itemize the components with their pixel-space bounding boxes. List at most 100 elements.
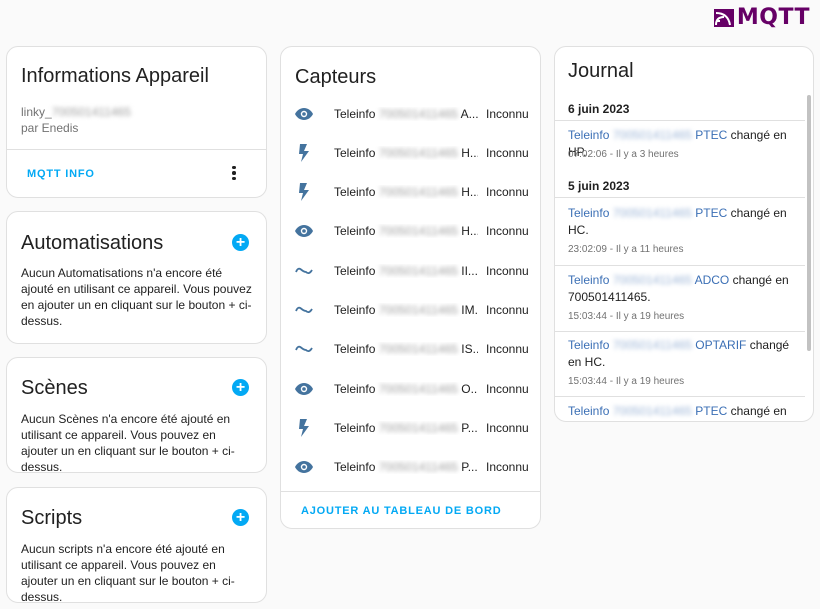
- journal-entry-time: 07:02:06 - Il y a 3 heures: [568, 149, 679, 160]
- add-scene-button[interactable]: +: [232, 379, 249, 396]
- sensor-name-prefix: Teleinfo: [334, 185, 376, 200]
- sensor-name-id: 700501411465: [378, 106, 458, 121]
- sensor-name-id: 700501411465: [378, 303, 458, 317]
- automations-card: Automatisations + Aucun Automatisations …: [6, 211, 267, 344]
- journal-entity-id: 700501411465: [612, 273, 692, 287]
- divider: [555, 265, 805, 266]
- sensor-name-suffix: P...: [461, 460, 478, 475]
- sensor-name-suffix: IM...: [461, 303, 478, 317]
- flash-icon: [294, 418, 314, 438]
- sensor-name-suffix: O...: [461, 381, 478, 396]
- sensor-name-id: 700501411465: [378, 381, 458, 396]
- flash-icon: [294, 182, 314, 202]
- sensors-card: Capteurs Teleinfo 700501411465 A... Incon…: [280, 46, 541, 529]
- journal-entity-prefix: Teleinfo: [568, 338, 610, 352]
- journal-entry-time: 15:03:44 - Il y a 19 heures: [568, 376, 685, 387]
- sensor-name: Teleinfo 700501411465 A...: [334, 107, 478, 121]
- sensor-row[interactable]: Teleinfo 700501411465 H... Inconnu: [281, 133, 540, 172]
- sensor-name-suffix: P...: [461, 420, 478, 435]
- journal-entity-prefix: Teleinfo: [568, 206, 610, 220]
- sensor-state: Inconnu: [486, 106, 529, 121]
- journal-entity-prefix: Teleinfo: [568, 404, 610, 418]
- sensor-row[interactable]: Teleinfo 700501411465 H... Inconnu: [281, 173, 540, 212]
- automations-title: Automatisations: [21, 232, 164, 254]
- journal-entity-name: OPTARIF: [695, 338, 747, 352]
- journal-entity-link[interactable]: Teleinfo 700501411465 OPTARIF: [568, 338, 746, 352]
- sensor-name-prefix: Teleinfo: [334, 224, 376, 239]
- journal-entity-name: PTEC: [695, 128, 728, 142]
- sensor-name: Teleinfo 700501411465 P...: [334, 460, 478, 474]
- sensor-state: Inconnu: [486, 185, 529, 200]
- eye-icon: [294, 457, 314, 477]
- journal-card: Journal 6 juin 2023 5 juin 2023 Teleinfo…: [554, 46, 814, 422]
- scripts-empty-text: Aucun scripts n'a encore été ajouté en u…: [21, 542, 235, 603]
- sensor-name: Teleinfo 700501411465 H...: [334, 224, 478, 238]
- sensor-name: Teleinfo 700501411465 H...: [334, 146, 478, 160]
- journal-entity-id: 700501411465: [612, 206, 692, 220]
- device-model-prefix: linky_: [21, 105, 52, 119]
- sensor-name-id: 700501411465: [378, 224, 458, 239]
- add-to-dashboard-button[interactable]: AJOUTER AU TABLEAU DE BORD: [301, 505, 501, 517]
- mqtt-info-button[interactable]: MQTT INFO: [27, 168, 95, 180]
- device-info-title: Informations Appareil: [21, 65, 209, 87]
- journal-entry: Teleinfo 700501411465 ADCO changé en 700…: [555, 272, 805, 332]
- sensor-name-prefix: Teleinfo: [334, 420, 376, 435]
- sensor-name: Teleinfo 700501411465 II...: [334, 264, 478, 278]
- sensor-name-suffix: II...: [461, 263, 478, 278]
- sensor-row[interactable]: Teleinfo 700501411465 P... Inconnu: [281, 448, 540, 487]
- add-automation-button[interactable]: +: [232, 234, 249, 251]
- sensor-name-id: 700501411465: [378, 420, 458, 435]
- journal-entity-link[interactable]: Teleinfo 700501411465 ADCO: [568, 273, 729, 287]
- automations-empty-text: Aucun Automatisations n'a encore été ajo…: [21, 266, 252, 328]
- sensor-name-id: 700501411465: [378, 342, 458, 357]
- scenes-card: Scènes + Aucun Scènes n'a encore été ajo…: [6, 357, 267, 473]
- sensor-state: Inconnu: [486, 342, 529, 357]
- journal-entity-link[interactable]: Teleinfo 700501411465 PTEC: [568, 128, 727, 142]
- sensor-row[interactable]: Teleinfo 700501411465 IS... Inconnu: [281, 330, 540, 369]
- more-options-icon[interactable]: [224, 163, 244, 183]
- divider: [7, 149, 266, 150]
- divider: [281, 491, 540, 492]
- journal-scrollbar[interactable]: [807, 95, 811, 351]
- sensor-state: Inconnu: [486, 303, 529, 317]
- sensor-row[interactable]: Teleinfo 700501411465 II... Inconnu: [281, 251, 540, 290]
- sensor-name-prefix: Teleinfo: [334, 460, 376, 475]
- current-ac-icon: [294, 300, 314, 320]
- journal-entry: Teleinfo 700501411465 PTEC changé en HP.: [555, 403, 805, 421]
- journal-entry-text: Teleinfo 700501411465 OPTARIF changé en …: [568, 337, 795, 371]
- journal-entity-prefix: Teleinfo: [568, 128, 610, 142]
- sensor-row[interactable]: Teleinfo 700501411465 IM... Inconnu: [281, 291, 540, 330]
- sensors-title: Capteurs: [295, 66, 377, 88]
- add-script-button[interactable]: +: [232, 509, 249, 526]
- sensor-name-prefix: Teleinfo: [334, 381, 376, 396]
- divider: [555, 197, 805, 198]
- device-model-id: 700501411465: [51, 105, 131, 119]
- journal-entity-prefix: Teleinfo: [568, 273, 610, 287]
- eye-icon: [294, 379, 314, 399]
- journal-entry-time: 15:03:44 - Il y a 19 heures: [568, 311, 685, 322]
- sensor-state: Inconnu: [486, 460, 529, 475]
- journal-entity-link[interactable]: Teleinfo 700501411465 PTEC: [568, 206, 727, 220]
- sensor-row[interactable]: Teleinfo 700501411465 P... Inconnu: [281, 408, 540, 447]
- sensor-state: Inconnu: [486, 224, 529, 239]
- journal-title: Journal: [568, 60, 634, 82]
- eye-icon: [294, 221, 314, 241]
- journal-entity-name: PTEC: [695, 404, 728, 418]
- current-ac-icon: [294, 339, 314, 359]
- sensor-name-suffix: H...: [461, 145, 478, 160]
- flash-icon: [294, 143, 314, 163]
- sensor-state: Inconnu: [486, 263, 529, 278]
- divider: [555, 120, 805, 121]
- journal-entry-text: Teleinfo 700501411465 PTEC changé en HC.: [568, 205, 795, 239]
- sensor-name-suffix: H...: [461, 185, 478, 200]
- journal-date-header: 6 juin 2023: [568, 102, 630, 116]
- journal-entity-link[interactable]: Teleinfo 700501411465 PTEC: [568, 404, 727, 418]
- sensor-row[interactable]: Teleinfo 700501411465 H... Inconnu: [281, 212, 540, 251]
- sensor-name-id: 700501411465: [378, 460, 458, 475]
- scripts-card: Scripts + Aucun scripts n'a encore été a…: [6, 487, 267, 603]
- sensor-row[interactable]: Teleinfo 700501411465 O... Inconnu: [281, 369, 540, 408]
- sensor-state: Inconnu: [486, 420, 529, 435]
- sensor-name-suffix: H...: [461, 224, 478, 239]
- sensor-name-id: 700501411465: [378, 145, 458, 160]
- sensor-row[interactable]: Teleinfo 700501411465 A... Inconnu: [281, 94, 540, 133]
